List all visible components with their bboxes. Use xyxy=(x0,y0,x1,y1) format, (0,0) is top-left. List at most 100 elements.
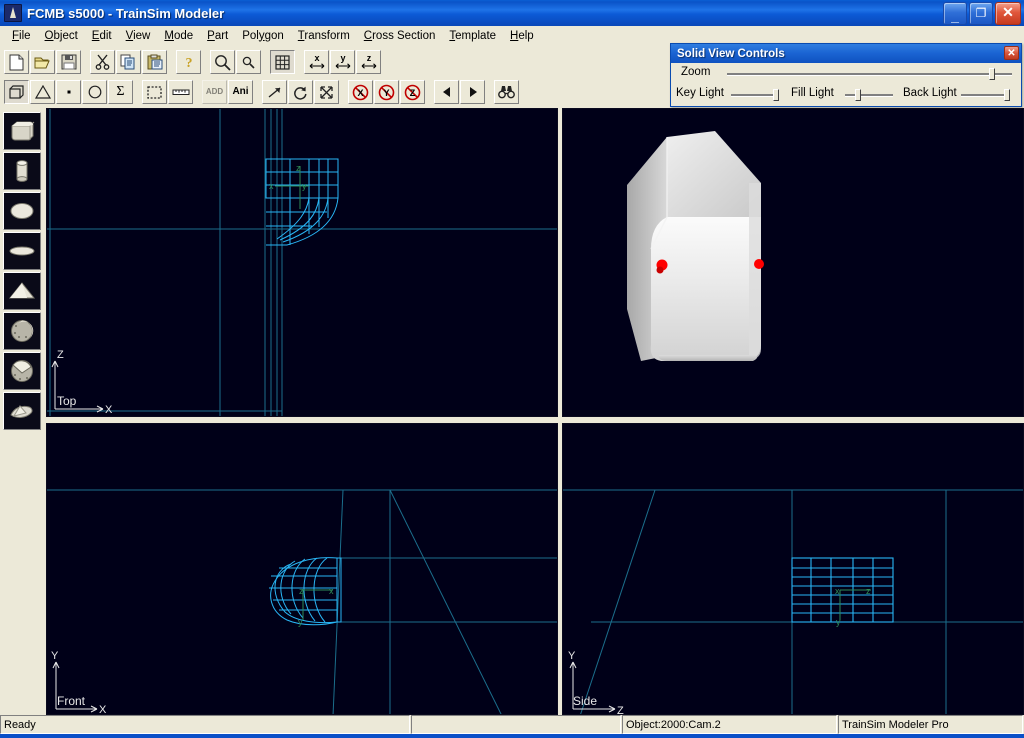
svg-text:y: y xyxy=(302,181,307,191)
svg-text:X: X xyxy=(357,88,363,98)
move-button[interactable] xyxy=(262,80,287,104)
viewport-solid[interactable] xyxy=(562,108,1024,417)
sphere-cut-icon xyxy=(7,358,37,384)
grid-toggle-button[interactable] xyxy=(270,50,295,74)
solid-view-controls-close-button[interactable]: ✕ xyxy=(1004,46,1019,60)
minimize-icon: _ xyxy=(944,3,966,24)
menu-item-part[interactable]: Part xyxy=(200,28,235,44)
copy-pages-icon xyxy=(120,54,137,70)
taskbar-strip xyxy=(0,734,1024,738)
fill-light-slider-track[interactable] xyxy=(845,94,893,97)
scale-arrows-icon xyxy=(319,85,334,100)
scale-button[interactable] xyxy=(314,80,339,104)
axis-y-button[interactable]: y xyxy=(330,50,355,74)
primitive-cylinder-button[interactable] xyxy=(3,152,41,190)
primitive-disc-button[interactable] xyxy=(3,192,41,230)
zoom-slider-thumb[interactable] xyxy=(989,68,995,80)
object-mode-button[interactable] xyxy=(4,80,29,104)
svg-text:Z: Z xyxy=(617,705,624,715)
viewport-front[interactable]: zxy Y X Front xyxy=(46,423,558,715)
sigma-mode-button[interactable]: Σ xyxy=(108,80,133,104)
primitive-cone-button[interactable] xyxy=(3,272,41,310)
add-button[interactable]: ADD xyxy=(202,80,227,104)
measure-button[interactable] xyxy=(168,80,193,104)
svg-text:Y: Y xyxy=(51,650,59,662)
viewport-front-canvas: zxy Y X xyxy=(47,424,558,715)
back-light-slider-thumb[interactable] xyxy=(1004,89,1010,101)
viewport-top[interactable]: zyx Z X Top xyxy=(46,108,558,417)
restore-icon: ❐ xyxy=(970,3,992,24)
primitive-hemisphere-button[interactable] xyxy=(3,352,41,390)
title-bar: FCMB s5000 - TrainSim Modeler _ ❐ ✕ xyxy=(0,0,1024,26)
sigma-icon: Σ xyxy=(116,85,124,99)
primitive-capsule-button[interactable] xyxy=(3,232,41,270)
marquee-select-button[interactable] xyxy=(142,80,167,104)
lock-z-button[interactable]: Z xyxy=(400,80,425,104)
viewport-top-label: Top xyxy=(57,394,76,408)
restore-button[interactable]: ❐ xyxy=(969,2,993,25)
polygon-mode-button[interactable] xyxy=(30,80,55,104)
menu-item-view[interactable]: View xyxy=(119,28,158,44)
cone-icon xyxy=(7,278,37,304)
status-message: Ready xyxy=(0,715,410,734)
play-left-icon xyxy=(441,86,453,98)
new-file-button[interactable] xyxy=(4,50,29,74)
question-mark-icon: ? xyxy=(182,54,196,70)
menu-item-mode[interactable]: Mode xyxy=(157,28,200,44)
rotate-button[interactable] xyxy=(288,80,313,104)
svg-text:y: y xyxy=(836,617,841,627)
lock-x-button[interactable]: X xyxy=(348,80,373,104)
animate-button[interactable]: Ani xyxy=(228,80,253,104)
animate-icon: Ani xyxy=(232,87,248,97)
help-button[interactable]: ? xyxy=(176,50,201,74)
viewport-top-canvas: zyx Z X xyxy=(47,109,558,417)
viewport-side[interactable]: xzy Y Z Side xyxy=(562,423,1024,715)
svg-text:X: X xyxy=(99,704,107,715)
svg-text:z: z xyxy=(299,586,304,596)
minimize-button[interactable]: _ xyxy=(943,2,967,25)
primitive-wedge-button[interactable] xyxy=(3,392,41,430)
menu-item-edit[interactable]: Edit xyxy=(85,28,119,44)
solid-view-controls-panel[interactable]: Solid View Controls ✕ Zoom Key Light Fil… xyxy=(670,43,1022,107)
zoom-in-button[interactable] xyxy=(210,50,235,74)
primitive-box-button[interactable] xyxy=(3,112,41,150)
zoom-out-button[interactable] xyxy=(236,50,261,74)
viewport-solid-canvas xyxy=(563,109,1024,417)
point-mode-button[interactable] xyxy=(56,80,81,104)
svg-text:X: X xyxy=(105,404,113,416)
circle-mode-button[interactable] xyxy=(82,80,107,104)
axis-x-button[interactable]: x xyxy=(304,50,329,74)
lock-y-button[interactable]: Y xyxy=(374,80,399,104)
menu-item-object[interactable]: Object xyxy=(38,28,85,44)
paste-button[interactable] xyxy=(142,50,167,74)
save-file-button[interactable] xyxy=(56,50,81,74)
svg-text:x: x xyxy=(835,586,840,596)
back-light-slider-track[interactable] xyxy=(961,94,1009,97)
svg-text:z: z xyxy=(866,586,871,596)
fill-light-slider-thumb[interactable] xyxy=(855,89,861,101)
menu-item-help[interactable]: Help xyxy=(503,28,541,44)
cut-button[interactable] xyxy=(90,50,115,74)
floppy-disk-icon xyxy=(61,54,77,70)
new-document-icon xyxy=(9,54,24,71)
primitive-sphere-button[interactable] xyxy=(3,312,41,350)
menu-item-transform[interactable]: Transform xyxy=(291,28,357,44)
axis-z-button[interactable]: z xyxy=(356,50,381,74)
previous-button[interactable] xyxy=(434,80,459,104)
menu-item-file[interactable]: FFileile xyxy=(5,28,38,44)
binoculars-icon xyxy=(498,85,515,99)
open-file-button[interactable] xyxy=(30,50,55,74)
key-light-slider-track[interactable] xyxy=(731,94,779,97)
menu-item-template[interactable]: Template xyxy=(442,28,503,44)
rounded-box-icon xyxy=(7,118,37,144)
menu-item-polygon[interactable]: Polygon xyxy=(235,28,291,44)
zoom-slider-track[interactable] xyxy=(727,73,1012,76)
copy-button[interactable] xyxy=(116,50,141,74)
next-button[interactable] xyxy=(460,80,485,104)
menu-item-cross-section[interactable]: Cross Section xyxy=(357,28,443,44)
find-button[interactable] xyxy=(494,80,519,104)
key-light-slider-thumb[interactable] xyxy=(773,89,779,101)
close-button[interactable]: ✕ xyxy=(995,2,1021,25)
solid-view-controls-titlebar[interactable]: Solid View Controls ✕ xyxy=(671,44,1021,63)
open-folder-icon xyxy=(34,55,52,70)
